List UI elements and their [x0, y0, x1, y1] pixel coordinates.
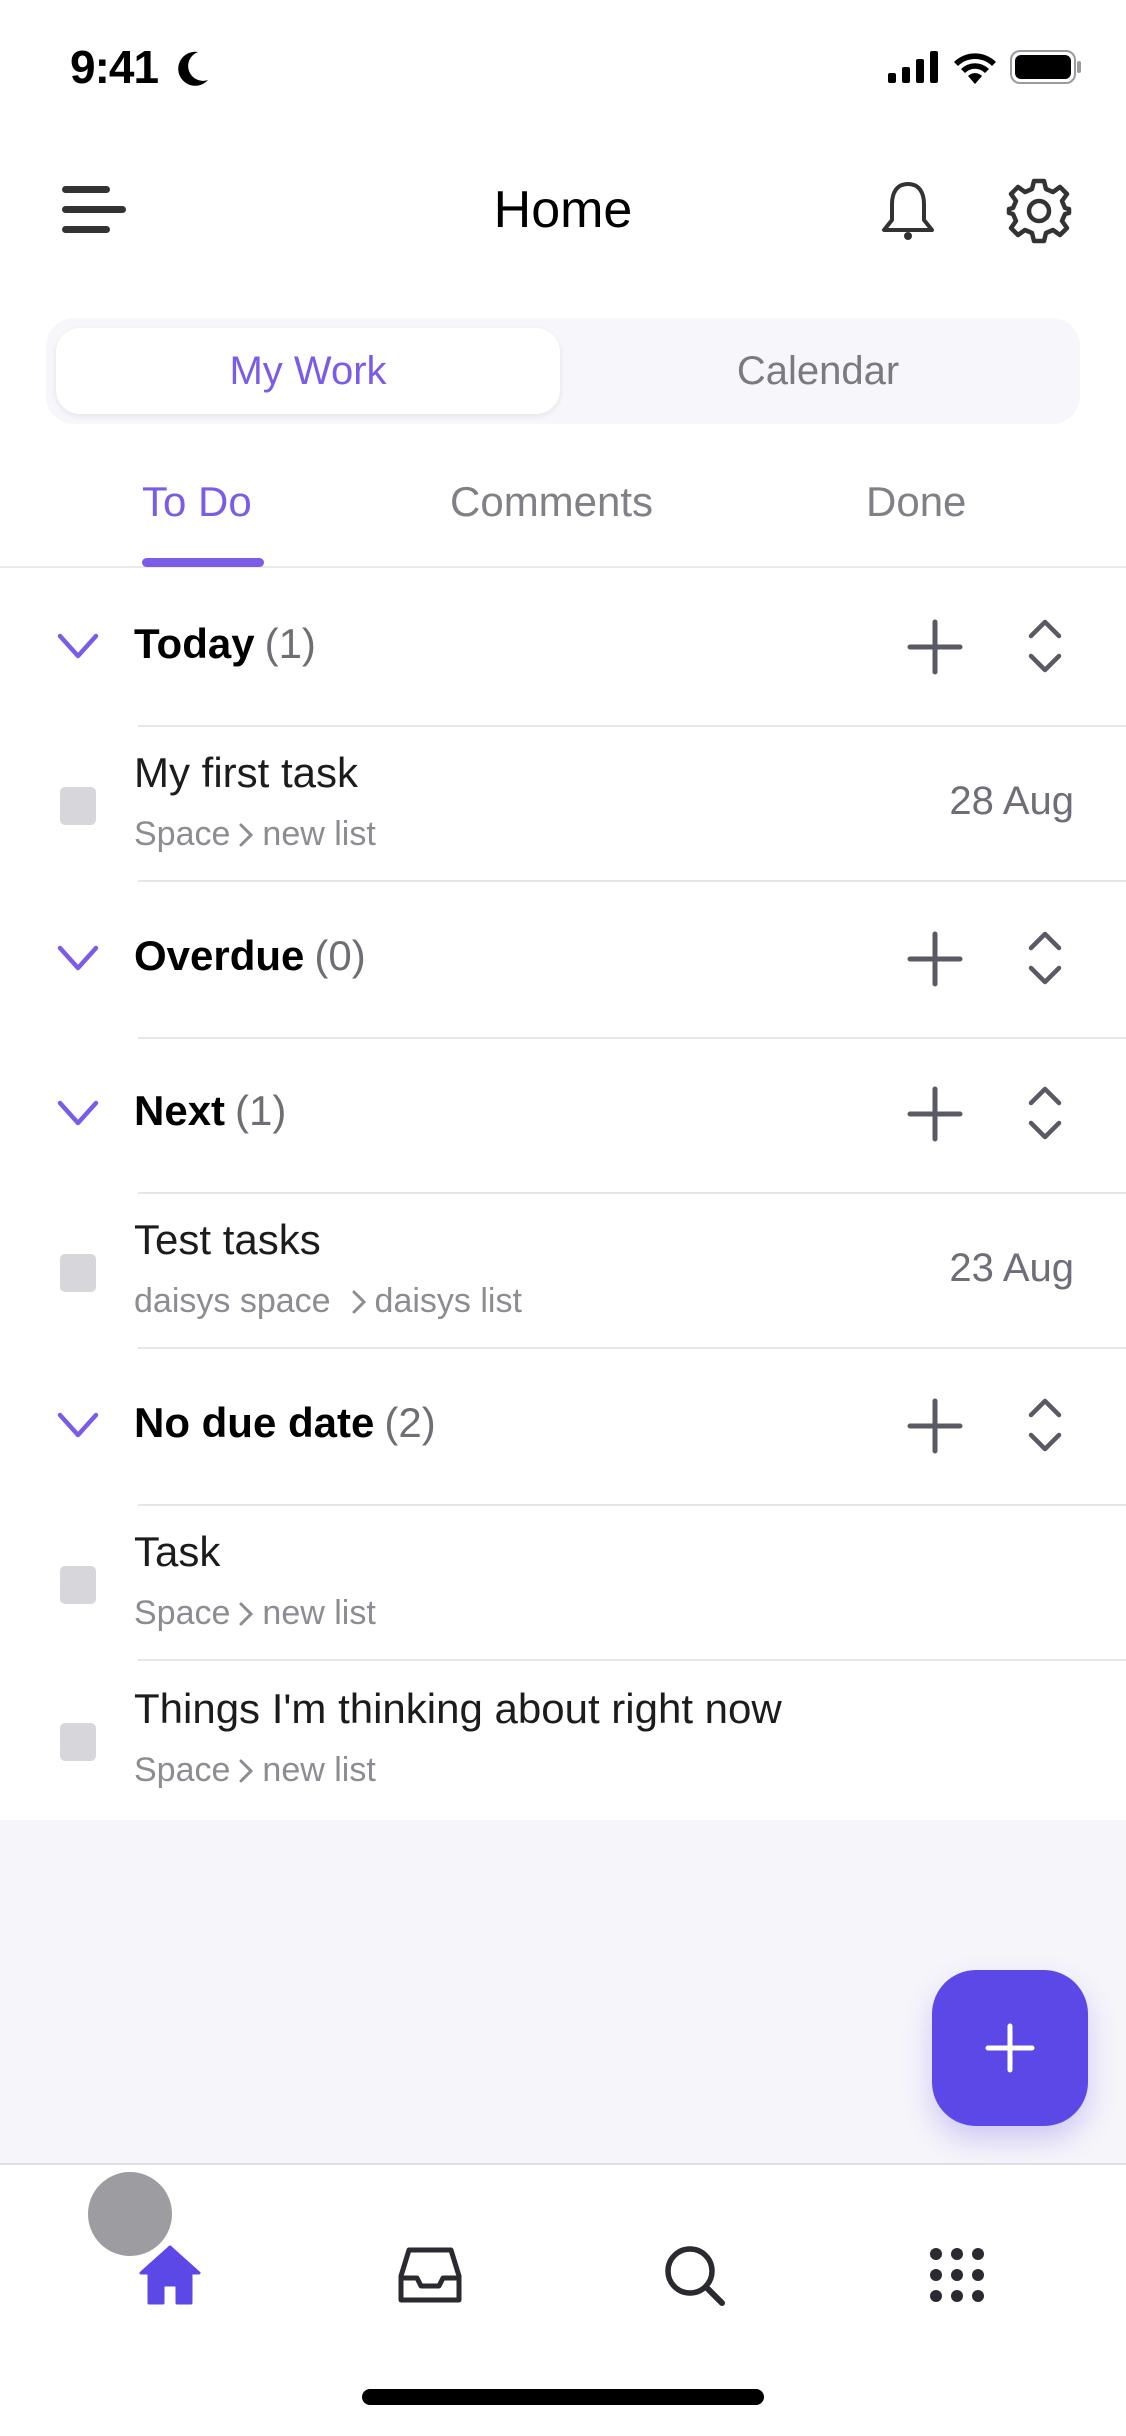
chevron-right-icon [239, 1759, 254, 1782]
tab-done[interactable]: Done [866, 478, 966, 526]
task-due-date: 28 Aug [949, 779, 1074, 823]
task-checkbox[interactable] [60, 1723, 96, 1761]
active-tab-indicator [142, 558, 264, 567]
task-location: Space new list [134, 1594, 376, 1633]
task-title: My first task [134, 749, 359, 796]
section-count: (1) [235, 1087, 287, 1134]
section-header-overdue[interactable]: Overdue (0) [0, 882, 1126, 1039]
section-header-no-due-date[interactable]: No due date (2) [0, 1349, 1126, 1506]
section-title-text: Overdue [134, 932, 305, 979]
segment-calendar[interactable]: Calendar [566, 328, 1070, 414]
view-segmented-control: My Work Calendar [46, 318, 1080, 424]
task-space: daisys space [134, 1282, 331, 1320]
settings-button[interactable] [1006, 178, 1072, 244]
chevron-down-icon[interactable] [56, 1409, 100, 1441]
header: Home [0, 160, 1126, 260]
expand-collapse-icon[interactable] [1026, 1393, 1064, 1457]
page-title: Home [493, 181, 633, 239]
section-title: Today (1) [134, 620, 316, 668]
bell-icon [882, 182, 934, 240]
task-list-name: new list [262, 1751, 376, 1789]
grid-dots-icon [930, 2248, 984, 2302]
search-icon [665, 2246, 725, 2306]
task-row[interactable]: Task Space new list [0, 1504, 1126, 1661]
expand-collapse-icon[interactable] [1026, 926, 1064, 990]
task-location: Space new list [134, 1751, 376, 1790]
section-title-text: Next [134, 1087, 226, 1134]
task-tabs: To Do Comments Done [0, 470, 1126, 568]
section-title-text: No due date [134, 1399, 375, 1446]
tab-to-do[interactable]: To Do [142, 478, 252, 526]
task-row[interactable]: Things I'm thinking about right now Spac… [0, 1661, 1126, 1818]
task-checkbox[interactable] [60, 1254, 96, 1292]
status-bar: 9:41 [0, 0, 1126, 130]
section-title: Next (1) [134, 1087, 286, 1135]
task-row[interactable]: My first task Space new list 28 Aug [0, 725, 1126, 882]
expand-collapse-icon[interactable] [1026, 1081, 1064, 1145]
task-list-name: new list [262, 1594, 376, 1632]
chevron-right-icon [239, 1602, 254, 1625]
chevron-right-icon [352, 1290, 366, 1313]
inbox-icon [398, 2247, 462, 2303]
notifications-button[interactable] [878, 180, 938, 244]
segment-my-work[interactable]: My Work [56, 328, 560, 414]
task-location: daisys space daisys list [134, 1282, 522, 1321]
tab-search[interactable] [654, 2235, 734, 2315]
task-title: Task [134, 1528, 221, 1575]
section-header-next[interactable]: Next (1) [0, 1037, 1126, 1194]
task-row[interactable]: Test tasks daisys space daisys list 23 A… [0, 1192, 1126, 1349]
task-space: Space [134, 1751, 231, 1789]
chevron-down-icon[interactable] [56, 630, 100, 662]
task-space: Space [134, 815, 231, 853]
moon-icon [178, 51, 208, 86]
section-count: (1) [264, 620, 316, 667]
chevron-right-icon [239, 823, 254, 846]
task-list-name: daisys list [374, 1282, 522, 1320]
battery-icon [1010, 50, 1081, 84]
add-task-button[interactable] [906, 1397, 964, 1455]
plus-icon [985, 2023, 1035, 2073]
gear-icon [1006, 178, 1072, 244]
task-checkbox[interactable] [60, 1566, 96, 1604]
task-checkbox[interactable] [60, 787, 96, 825]
section-header-today[interactable]: Today (1) [0, 570, 1126, 727]
add-task-button[interactable] [906, 618, 964, 676]
task-list: Today (1) My first task Space new list 28… [0, 570, 1126, 1818]
tab-more[interactable] [917, 2235, 997, 2315]
touch-indicator [84, 2168, 176, 2260]
tab-inbox[interactable] [390, 2235, 470, 2315]
task-title: Test tasks [134, 1216, 321, 1263]
wifi-icon [954, 53, 996, 84]
create-task-fab[interactable] [932, 1970, 1088, 2126]
tab-comments[interactable]: Comments [450, 478, 653, 526]
status-indicators [888, 50, 1082, 84]
add-task-button[interactable] [906, 930, 964, 988]
task-due-date: 23 Aug [949, 1246, 1074, 1290]
chevron-down-icon[interactable] [56, 942, 100, 974]
task-location: Space new list [134, 815, 376, 854]
section-title-text: Today [134, 620, 255, 667]
task-list-name: new list [262, 815, 376, 853]
section-count: (2) [384, 1399, 436, 1446]
status-time: 9:41 [70, 41, 159, 93]
task-title: Things I'm thinking about right now [134, 1685, 782, 1732]
section-title: No due date (2) [134, 1399, 436, 1447]
add-task-button[interactable] [906, 1085, 964, 1143]
home-indicator[interactable] [362, 2389, 764, 2405]
expand-collapse-icon[interactable] [1026, 614, 1064, 678]
cellular-signal-icon [888, 51, 938, 83]
chevron-down-icon[interactable] [56, 1097, 100, 1129]
section-count: (0) [314, 932, 366, 979]
task-space: Space [134, 1594, 231, 1632]
section-title: Overdue (0) [134, 932, 366, 980]
